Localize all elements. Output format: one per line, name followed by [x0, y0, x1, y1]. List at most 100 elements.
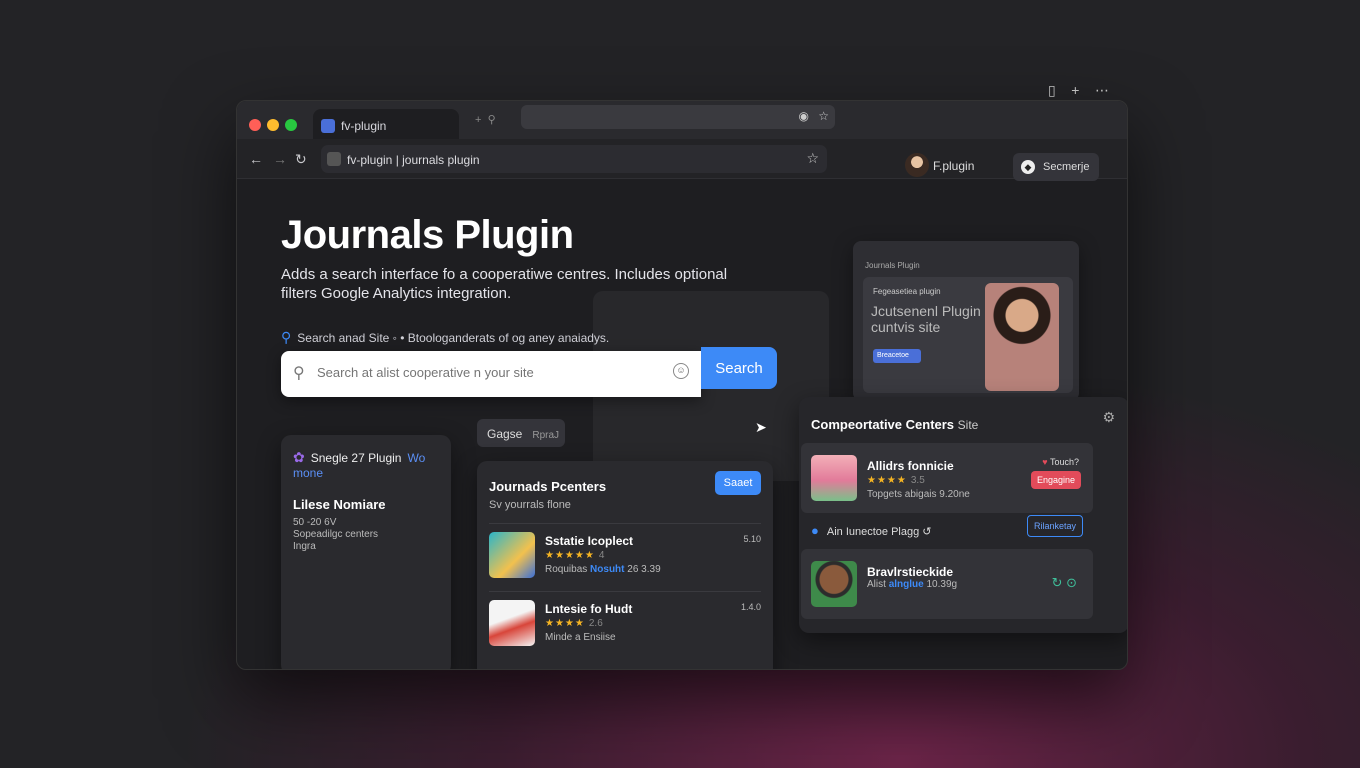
- clipboard-icon[interactable]: ▯: [1048, 82, 1056, 98]
- profile-chip[interactable]: F.plugin: [905, 153, 974, 177]
- search-input[interactable]: [317, 365, 657, 380]
- favicon-icon: [321, 119, 335, 133]
- pin-icon[interactable]: ⚲: [488, 114, 496, 126]
- record-icon[interactable]: ◉: [799, 109, 809, 123]
- forward-icon[interactable]: →: [273, 151, 287, 167]
- location-pin-icon: ●: [811, 523, 819, 538]
- preview-window: Journals Plugin Fegeasetiea plugin Jcuts…: [853, 241, 1079, 401]
- item-name: Sstatie Icoplect: [545, 534, 634, 548]
- account-pill-label: Secmerje: [1043, 161, 1090, 173]
- heart-icon: ♥: [1042, 457, 1048, 467]
- plugin-card[interactable]: ✿ Snegle 27 Plugin Wo mone Lilese Nomiare …: [281, 435, 451, 669]
- item-rating-count: 3.5: [910, 475, 925, 486]
- address-bar[interactable]: fv-plugin | journals plugin ☆: [321, 145, 827, 173]
- journals-card-title: Journads Pcenters: [489, 479, 607, 494]
- center-item[interactable]: Allidrs fonnicie ★★★★ 3.5 Topgets abigais…: [801, 443, 1093, 513]
- plus-icon[interactable]: +: [1071, 82, 1079, 98]
- item-stars: ★★★★: [867, 475, 907, 486]
- cooperative-centers-card: Compeortative Centers Site ⚙ Allidrs fon…: [799, 397, 1127, 633]
- item-number: 5.10: [743, 534, 761, 544]
- plugin-line: 50 -20 6V: [293, 517, 337, 528]
- browser-window: fv-plugin + ⚲ ◉ ☆ ← → ↻ fv-plugin | jour…: [236, 100, 1128, 670]
- preview-button[interactable]: Breacetoe: [873, 349, 921, 363]
- site-info-icon[interactable]: [327, 152, 341, 166]
- list-item[interactable]: Lntesie fo Hudt ★★★★ 2.6 Minde a Ensiise …: [489, 591, 761, 651]
- magnifier-icon: ⚲: [293, 365, 305, 382]
- star-icon[interactable]: ☆: [806, 150, 819, 167]
- new-tab-icon[interactable]: +: [475, 114, 481, 126]
- emoji-icon[interactable]: ☺: [673, 363, 689, 379]
- journals-card-subtitle: Sv yourrals flone: [489, 499, 571, 511]
- plugin-card-header: ✿ Snegle 27 Plugin Wo mone: [293, 449, 451, 480]
- item-meta-prefix: Topgets abigais: [867, 489, 937, 500]
- item-name: Allidrs fonnicie: [867, 459, 954, 473]
- item-thumbnail: [489, 532, 535, 578]
- sync-icon[interactable]: ↻ ⊙: [1052, 575, 1077, 591]
- account-pill[interactable]: ◆ Secmerje: [1013, 153, 1099, 181]
- item-meta: Alist alnglue 10.39g: [867, 579, 957, 590]
- more-icon[interactable]: ⋯: [1095, 82, 1109, 98]
- close-window-icon[interactable]: [249, 119, 261, 131]
- outline-button[interactable]: Rilanketay: [1027, 515, 1083, 537]
- item-rating-count: 4: [598, 550, 605, 561]
- centers-title-main: Compeortative Centers: [811, 417, 955, 432]
- page-title: Journals Plugin: [281, 213, 574, 257]
- browser-tab[interactable]: fv-plugin: [313, 109, 459, 139]
- gear-icon[interactable]: ⚙: [1102, 409, 1115, 426]
- window-actions: ▯ + ⋯: [1048, 82, 1109, 99]
- bookmark-star-icon[interactable]: ☆: [818, 109, 829, 123]
- engage-button[interactable]: Engagine: [1031, 471, 1081, 489]
- journals-centers-card: Journads Pcenters Sv yourrals flone Saae…: [477, 461, 773, 669]
- item-meta-link[interactable]: alnglue: [889, 579, 924, 590]
- plugin-brand: Snegle 27 Plugin: [310, 451, 402, 465]
- plugin-card-title: Lilese Nomiare: [293, 497, 386, 512]
- refresh-icon[interactable]: ↺: [922, 526, 931, 538]
- item-thumbnail: [489, 600, 535, 646]
- search-box: ⚲ ☺: [281, 351, 701, 397]
- avatar[interactable]: [905, 153, 929, 177]
- centers-card-title: Compeortative Centers Site: [811, 417, 978, 432]
- item-meta-suffix: 9.20ne: [939, 489, 970, 500]
- page-description: Adds a search interface fo a cooperatiwe…: [281, 266, 728, 302]
- item-meta-prefix: Roquibas: [545, 564, 588, 575]
- maximize-window-icon[interactable]: [285, 119, 297, 131]
- item-thumbnail: [811, 455, 857, 501]
- plugin-link-text: Ain Iunectoe Plagg: [826, 526, 920, 538]
- plugin-line: Sopeadilgc centers: [293, 529, 379, 540]
- reload-icon[interactable]: ↻: [295, 151, 307, 168]
- mouse-cursor-icon: ➤: [755, 419, 767, 435]
- preview-bar-label: Journals Plugin: [865, 261, 920, 270]
- touch-text: Touch?: [1049, 457, 1079, 467]
- search-helper-text: Search anad Site ◦ • Btoologanderats of …: [297, 331, 610, 345]
- item-stars: ★★★★★: [545, 550, 595, 561]
- centers-title-suffix: Site: [957, 418, 979, 432]
- item-number: 1.4.0: [740, 602, 761, 612]
- back-icon[interactable]: ←: [249, 151, 263, 167]
- item-meta: Topgets abigais 9.20ne: [867, 489, 970, 500]
- touch-label[interactable]: ♥ Touch?: [1042, 457, 1079, 467]
- preview-title: Jcutsenenl Plugin cuntvis site: [871, 303, 981, 335]
- item-meta-suffix: 10.39g: [926, 579, 958, 590]
- item-meta-suffix: 26 3.39: [627, 564, 661, 575]
- center-item[interactable]: Bravlrstieckide Alist alnglue 10.39g ↻ ⊙: [801, 549, 1093, 619]
- item-rating: ★★★★★ 4: [545, 550, 604, 561]
- preview-small-label: Fegeasetiea plugin: [873, 287, 941, 296]
- save-button[interactable]: Saaet: [715, 471, 761, 495]
- item-meta-link[interactable]: Nosuht: [590, 564, 624, 575]
- plugin-logo-icon: ✿: [293, 449, 305, 465]
- plugin-line: Ingra: [293, 541, 316, 552]
- search-helper: ⚲ Search anad Site ◦ • Btoologanderats of…: [281, 329, 609, 346]
- preview-portrait: [985, 283, 1059, 391]
- list-item[interactable]: Sstatie Icoplect ★★★★★ 4 Roquibas Nosuht …: [489, 523, 761, 583]
- tab-controls: + ⚲: [475, 113, 496, 126]
- item-name: Lntesie fo Hudt: [545, 602, 633, 616]
- item-stars: ★★★★: [545, 618, 585, 629]
- item-rating-count: 2.6: [588, 618, 603, 629]
- search-button[interactable]: Search: [701, 347, 777, 389]
- plugin-link-row[interactable]: ● Ain Iunectoe Plagg ↺: [811, 523, 932, 538]
- minimize-window-icon[interactable]: [267, 119, 279, 131]
- filter-chip[interactable]: Gagse RpraJ: [477, 419, 565, 447]
- secondary-address-bar[interactable]: ◉ ☆: [521, 105, 835, 129]
- filter-chip-secondary: RpraJ: [532, 430, 560, 441]
- browser-toolbar: ← → ↻ fv-plugin | journals plugin ☆ F.pl…: [237, 139, 1127, 181]
